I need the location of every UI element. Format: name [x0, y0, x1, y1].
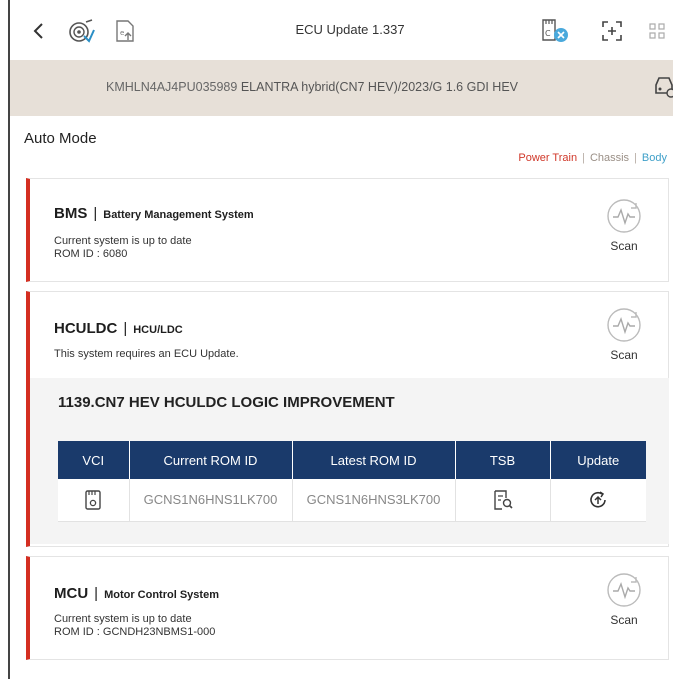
vci-cell	[58, 479, 130, 522]
scan-label: Scan	[610, 239, 638, 253]
column-header-vci: VCI	[58, 441, 130, 479]
column-header-current-rom: Current ROM ID	[129, 441, 293, 479]
file-upload-icon[interactable]: e	[112, 18, 138, 44]
ecu-update-table: VCI Current ROM ID Latest ROM ID TSB Upd…	[58, 441, 646, 522]
app-frame: e ECU Update 1.337 C KMHLN4AJ4PU035989 E…	[8, 0, 673, 679]
vci-device-icon[interactable]	[82, 489, 104, 511]
table-header-row: VCI Current ROM ID Latest ROM ID TSB Upd…	[58, 441, 646, 479]
svg-text:C: C	[545, 29, 551, 38]
update-cell	[550, 479, 646, 522]
mode-title: Auto Mode	[24, 130, 97, 147]
system-filter-tabs: Power Train | Chassis | Body	[518, 152, 667, 164]
system-code: MCU	[54, 585, 89, 602]
latest-rom-cell[interactable]: GCNS1N6HNS3LK700	[292, 479, 456, 522]
back-chevron-icon[interactable]	[28, 18, 48, 44]
system-rom-id: ROM ID : GCNDH23NBMS1-000	[54, 626, 216, 638]
top-bar: e ECU Update 1.337 C	[10, 0, 673, 60]
tsb-cell	[455, 479, 551, 522]
svg-text:e: e	[120, 29, 124, 37]
scan-icon	[605, 197, 643, 235]
system-card-hculdc: HCULDC | HCU/LDC This system requires an E…	[26, 291, 669, 547]
system-name: Battery Management System	[103, 209, 254, 221]
column-header-update: Update	[550, 441, 646, 479]
tab-power-train[interactable]: Power Train	[518, 152, 577, 164]
update-panel: 1139.CN7 HEV HCULDC LOGIC IMPROVEMENT VC…	[30, 378, 669, 544]
system-title: MCU | Motor Control System	[54, 585, 219, 602]
vehicle-communication-icon[interactable]	[66, 18, 96, 44]
update-sync-icon[interactable]	[587, 489, 609, 511]
scan-button[interactable]: Scan	[598, 197, 650, 253]
system-code: HCULDC	[54, 320, 118, 337]
vehicle-info-text: KMHLN4AJ4PU035989 ELANTRA hybrid(CN7 HEV…	[106, 80, 518, 94]
fullscreen-icon[interactable]	[598, 18, 626, 44]
system-card-bms: BMS | Battery Management System Current sy…	[26, 178, 669, 282]
system-name: HCU/LDC	[133, 324, 183, 336]
system-title: HCULDC | HCU/LDC	[54, 320, 183, 337]
scan-button[interactable]: Scan	[598, 571, 650, 627]
vehicle-settings-icon[interactable]	[653, 75, 673, 99]
tab-chassis[interactable]: Chassis	[590, 152, 629, 164]
system-rom-id: ROM ID : 6080	[54, 248, 128, 260]
scan-label: Scan	[610, 348, 638, 362]
system-code: BMS	[54, 205, 88, 222]
page-title: ECU Update 1.337	[295, 22, 405, 37]
current-rom-cell: GCNS1N6HNS1LK700	[129, 479, 293, 522]
system-status: This system requires an ECU Update.	[54, 348, 239, 360]
system-card-mcu: MCU | Motor Control System Current system …	[26, 556, 669, 660]
tab-body[interactable]: Body	[642, 152, 667, 164]
scan-button[interactable]: Scan	[598, 306, 650, 362]
vehicle-vin: KMHLN4AJ4PU035989	[106, 80, 238, 94]
grid-menu-icon[interactable]	[646, 18, 668, 44]
sd-card-status-icon[interactable]: C	[538, 18, 572, 44]
system-status: Current system is up to date	[54, 235, 192, 247]
table-row: GCNS1N6HNS1LK700 GCNS1N6HNS3LK700	[58, 479, 646, 522]
scan-icon	[605, 571, 643, 609]
scan-label: Scan	[610, 613, 638, 627]
column-header-latest-rom: Latest ROM ID	[292, 441, 456, 479]
scan-icon	[605, 306, 643, 344]
system-title: BMS | Battery Management System	[54, 205, 254, 222]
system-status: Current system is up to date	[54, 613, 192, 625]
filter-divider: |	[582, 152, 585, 164]
vehicle-info-bar: KMHLN4AJ4PU035989 ELANTRA hybrid(CN7 HEV…	[10, 60, 673, 116]
system-name: Motor Control System	[104, 589, 219, 601]
column-header-tsb: TSB	[455, 441, 551, 479]
filter-divider: |	[634, 152, 637, 164]
vehicle-model: ELANTRA hybrid(CN7 HEV)/2023/G 1.6 GDI H…	[240, 80, 518, 94]
update-title: 1139.CN7 HEV HCULDC LOGIC IMPROVEMENT	[58, 394, 395, 411]
tsb-document-search-icon[interactable]	[492, 489, 514, 511]
